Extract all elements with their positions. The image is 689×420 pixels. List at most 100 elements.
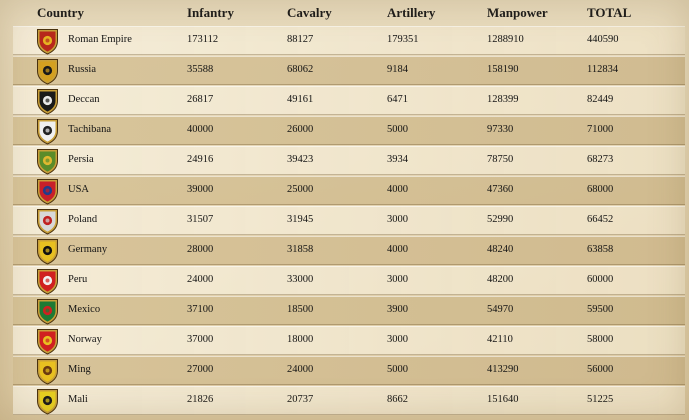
cavalry-value: 20737 [287,394,314,405]
table-row[interactable]: Persia 24916 39423 3934 78750 68273 [13,146,685,175]
usa-shield-icon [37,179,58,205]
roman-empire-shield-icon [37,29,58,55]
infantry-value: 37100 [187,304,214,315]
infantry-value: 28000 [187,244,214,255]
manpower-value: 413290 [487,364,519,375]
column-header-country[interactable]: Country [37,5,84,21]
infantry-value: 31507 [187,214,214,225]
artillery-value: 3000 [387,334,408,345]
column-header-infantry[interactable]: Infantry [187,5,234,21]
table-row[interactable]: Tachibana 40000 26000 5000 97330 71000 [13,116,685,145]
cavalry-value: 24000 [287,364,314,375]
total-value: 68000 [587,184,614,195]
cavalry-value: 31858 [287,244,314,255]
total-value: 440590 [587,34,619,45]
table-row[interactable]: USA 39000 25000 4000 47360 68000 [13,176,685,205]
total-value: 71000 [587,124,614,135]
total-value: 59500 [587,304,614,315]
infantry-value: 39000 [187,184,214,195]
manpower-value: 158190 [487,64,519,75]
total-value: 56000 [587,364,614,375]
table-row[interactable]: Norway 37000 18000 3000 42110 58000 [13,326,685,355]
norway-shield-icon [37,329,58,355]
infantry-value: 21826 [187,394,214,405]
manpower-value: 42110 [487,334,513,345]
germany-shield-icon [37,239,58,265]
infantry-value: 24916 [187,154,214,165]
column-header-cavalry[interactable]: Cavalry [287,5,332,21]
artillery-value: 6471 [387,94,408,105]
cavalry-value: 18500 [287,304,314,315]
manpower-value: 48200 [487,274,514,285]
country-name: Poland [68,214,98,225]
total-value: 82449 [587,94,614,105]
mexico-shield-icon [37,299,58,325]
artillery-value: 4000 [387,184,408,195]
manpower-value: 48240 [487,244,514,255]
artillery-value: 8662 [387,394,408,405]
table-row[interactable]: Deccan 26817 49161 6471 128399 82449 [13,86,685,115]
infantry-value: 40000 [187,124,214,135]
country-name: Deccan [68,94,100,105]
total-value: 66452 [587,214,614,225]
infantry-value: 24000 [187,274,214,285]
total-value: 68273 [587,154,614,165]
total-value: 112834 [587,64,619,75]
table-row[interactable]: Ming 27000 24000 5000 413290 56000 [13,356,685,385]
manpower-value: 1288910 [487,34,524,45]
deccan-shield-icon [37,89,58,115]
country-name: Russia [68,64,97,75]
artillery-value: 3000 [387,214,408,225]
total-value: 60000 [587,274,614,285]
country-name: Norway [68,334,102,345]
table-row[interactable]: Roman Empire 173112 88127 179351 1288910 4405… [13,26,685,55]
table-row[interactable]: Mexico 37100 18500 3900 54970 59500 [13,296,685,325]
tachibana-shield-icon [37,119,58,145]
cavalry-value: 18000 [287,334,314,345]
artillery-value: 5000 [387,364,408,375]
total-value: 63858 [587,244,614,255]
infantry-value: 27000 [187,364,214,375]
cavalry-value: 25000 [287,184,314,195]
infantry-value: 173112 [187,34,219,45]
mali-shield-icon [37,389,58,415]
infantry-value: 35588 [187,64,214,75]
column-header-manpower[interactable]: Manpower [487,5,548,21]
ming-shield-icon [37,359,58,385]
cavalry-value: 26000 [287,124,314,135]
total-value: 58000 [587,334,614,345]
cavalry-value: 31945 [287,214,314,225]
artillery-value: 4000 [387,244,408,255]
artillery-value: 179351 [387,34,419,45]
table-row[interactable]: Russia 35588 68062 9184 158190 112834 [13,56,685,85]
table-row[interactable]: Mali 21826 20737 8662 151640 51225 [13,386,685,415]
artillery-value: 3934 [387,154,408,165]
cavalry-value: 68062 [287,64,314,75]
table-row[interactable]: Germany 28000 31858 4000 48240 63858 [13,236,685,265]
total-value: 51225 [587,394,614,405]
table-row[interactable]: Poland 31507 31945 3000 52990 66452 [13,206,685,235]
manpower-value: 54970 [487,304,514,315]
table-header: Country Infantry Cavalry Artillery Manpo… [0,0,689,26]
artillery-value: 5000 [387,124,408,135]
russia-shield-icon [37,59,58,85]
column-header-artillery[interactable]: Artillery [387,5,435,21]
poland-shield-icon [37,209,58,235]
country-name: Germany [68,244,108,255]
manpower-value: 151640 [487,394,519,405]
country-name: Tachibana [68,124,111,135]
artillery-value: 9184 [387,64,408,75]
peru-shield-icon [37,269,58,295]
country-name: USA [68,184,90,195]
cavalry-value: 49161 [287,94,314,105]
persia-shield-icon [37,149,58,175]
artillery-value: 3900 [387,304,408,315]
manpower-value: 78750 [487,154,514,165]
column-header-total[interactable]: TOTAL [587,5,631,21]
country-name: Persia [68,154,94,165]
country-name: Ming [68,364,91,375]
table-row[interactable]: Peru 24000 33000 3000 48200 60000 [13,266,685,295]
country-name: Mali [68,394,88,405]
manpower-value: 128399 [487,94,519,105]
country-name: Mexico [68,304,101,315]
